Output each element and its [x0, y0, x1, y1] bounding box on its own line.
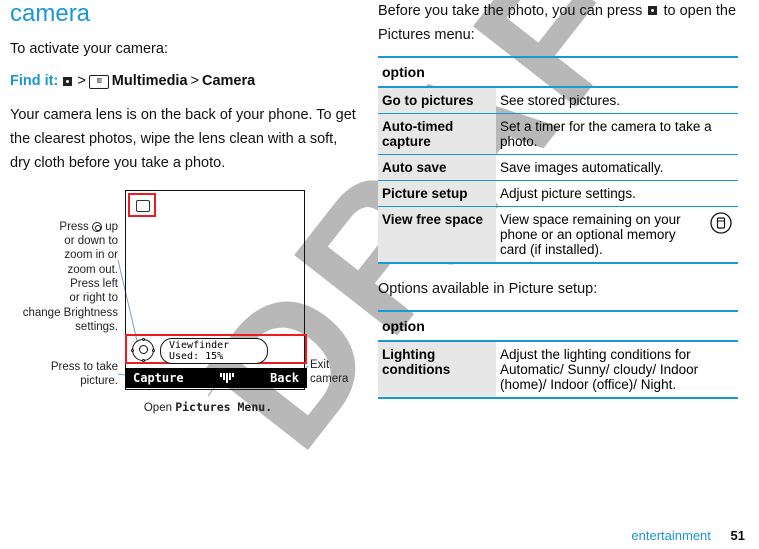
callout-open-menu-name: Pictures Menu.	[175, 400, 272, 414]
softkey-bar: Capture Back	[125, 368, 307, 388]
viewfinder-status: Viewfinder Used: 15%	[160, 338, 268, 364]
memory-card-icon	[710, 212, 732, 234]
find-it-label: Find it:	[10, 70, 58, 94]
center-key-icon	[648, 6, 657, 15]
pictures-menu-table: option Go to pictures See stored picture…	[378, 56, 738, 264]
footer-section: entertainment	[631, 528, 711, 543]
left-column: camera To activate your camera: Find it:…	[0, 0, 360, 549]
path-multimedia: Multimedia	[112, 70, 188, 94]
callout-take-picture: Press to take picture.	[10, 360, 118, 389]
callout-open-menu: Open Pictures Menu.	[118, 400, 298, 415]
viewfinder-label: Viewfinder	[169, 340, 229, 351]
lens-highlight-box	[128, 193, 156, 217]
option-name: Picture setup	[378, 180, 496, 206]
picture-setup-intro: Options available in Picture setup:	[378, 278, 738, 302]
option-desc: View space remaining on your phone or an…	[496, 206, 738, 263]
menu-bars-icon	[220, 373, 234, 383]
option-desc: Save images automatically.	[496, 154, 738, 180]
callout-open-pre: Open	[144, 402, 175, 414]
table-row: Lighting conditions Adjust the lighting …	[378, 341, 738, 398]
table-header: option	[378, 311, 738, 341]
footer-page-number: 51	[731, 528, 745, 543]
option-desc: See stored pictures.	[496, 87, 738, 114]
option-desc: Adjust the lighting conditions for Autom…	[496, 341, 738, 398]
center-key-icon	[63, 77, 72, 86]
option-name: Auto-timed capture	[378, 113, 496, 154]
table-row: Picture setup Adjust picture settings.	[378, 180, 738, 206]
nav-ring-icon	[132, 339, 154, 361]
page-footer: entertainment 51	[631, 528, 745, 543]
option-desc-text: View space remaining on your phone or an…	[500, 212, 681, 257]
table-row: View free space View space remaining on …	[378, 206, 738, 263]
softkey-right-label: Back	[270, 371, 299, 385]
page-root: camera To activate your camera: Find it:…	[0, 0, 759, 549]
intro-text: To activate your camera:	[10, 38, 360, 62]
option-desc: Adjust picture settings.	[496, 180, 738, 206]
option-name: Lighting conditions	[378, 341, 496, 398]
callout-zoom: Press upor down tozoom in orzoom out.Pre…	[10, 220, 118, 335]
table-header: option	[378, 57, 738, 87]
callout-exit: Exit camera	[310, 358, 358, 387]
softkey-left-label: Capture	[133, 371, 184, 385]
multimedia-icon: ▥	[89, 75, 109, 89]
viewfinder-used: Used: 15%	[169, 351, 223, 362]
option-desc: Set a timer for the camera to take a pho…	[496, 113, 738, 154]
option-name: Go to pictures	[378, 87, 496, 114]
picture-setup-table: option Lighting conditions Adjust the li…	[378, 310, 738, 399]
find-it-line: Find it: > ▥ Multimedia > Camera	[10, 70, 360, 94]
option-name: Auto save	[378, 154, 496, 180]
right-intro: Before you take the photo, you can press…	[378, 0, 738, 48]
table-row: Auto save Save images automatically.	[378, 154, 738, 180]
lens-paragraph: Your camera lens is on the back of your …	[10, 104, 360, 176]
right-column: Before you take the photo, you can press…	[360, 0, 750, 549]
separator-gt: >	[77, 70, 85, 94]
separator-gt: >	[191, 70, 199, 94]
lens-icon	[136, 200, 150, 212]
section-heading: camera	[10, 0, 360, 28]
nav-key-icon	[92, 222, 102, 232]
right-intro-pre: Before you take the photo, you can press	[378, 3, 646, 19]
option-name: View free space	[378, 206, 496, 263]
camera-diagram: Viewfinder Used: 15% Capture Back Press …	[10, 190, 350, 420]
table-row: Auto-timed capture Set a timer for the c…	[378, 113, 738, 154]
table-row: Go to pictures See stored pictures.	[378, 87, 738, 114]
path-camera: Camera	[202, 70, 255, 94]
